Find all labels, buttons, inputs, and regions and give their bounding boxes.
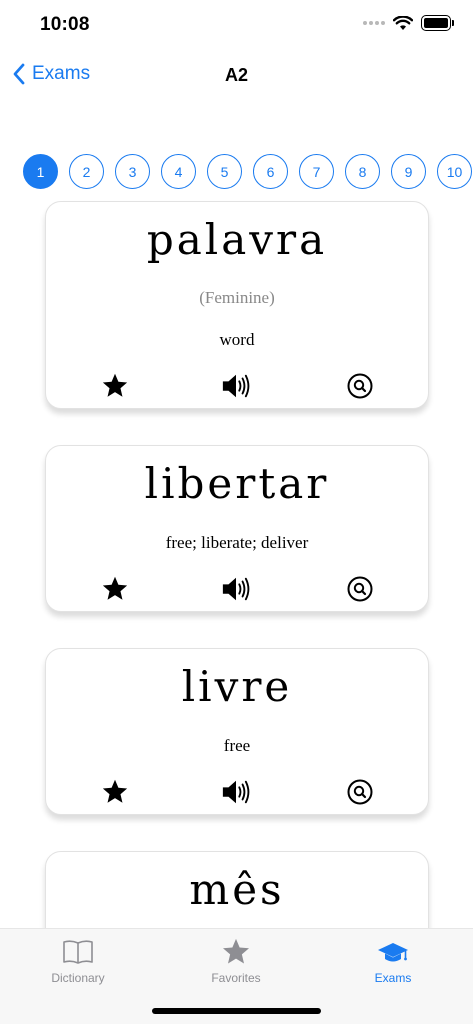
status-time: 10:08 xyxy=(40,14,90,35)
speak-button[interactable] xyxy=(221,371,251,401)
tab-label: Dictionary xyxy=(51,971,105,985)
tab-label: Exams xyxy=(374,971,412,985)
cellular-signal-icon xyxy=(363,21,385,25)
battery-icon xyxy=(421,15,454,31)
card-word: palavra xyxy=(146,215,328,264)
graduation-cap-icon xyxy=(378,943,408,962)
card-gender: (Feminine) xyxy=(199,288,275,307)
wifi-icon xyxy=(393,15,413,30)
page-button-5[interactable]: 5 xyxy=(207,154,242,189)
card-actions xyxy=(46,777,428,807)
word-card[interactable]: palavra (Feminine) word xyxy=(45,201,429,409)
page-button-6[interactable]: 6 xyxy=(253,154,288,189)
favorite-button[interactable] xyxy=(100,574,130,604)
tab-dictionary[interactable]: Dictionary xyxy=(18,937,138,985)
page-button-8[interactable]: 8 xyxy=(345,154,380,189)
card-meaning: word xyxy=(219,330,255,349)
star-icon xyxy=(102,373,128,397)
status-bar: 10:08 xyxy=(0,0,473,50)
card-word: livre xyxy=(181,662,293,711)
page-title: A2 xyxy=(224,65,248,85)
home-indicator xyxy=(152,1008,321,1014)
page-button-3[interactable]: 3 xyxy=(115,154,150,189)
card-meaning: free xyxy=(223,736,251,755)
page-button-2[interactable]: 2 xyxy=(69,154,104,189)
card-word: libertar xyxy=(144,459,330,508)
favorite-button[interactable] xyxy=(100,371,130,401)
speak-button[interactable] xyxy=(221,777,251,807)
page-button-10[interactable]: 10 xyxy=(437,154,472,189)
favorite-button[interactable] xyxy=(100,777,130,807)
tab-exams[interactable]: Exams xyxy=(333,937,453,985)
magnifier-circle-icon xyxy=(347,373,373,399)
tab-label: Favorites xyxy=(211,971,261,985)
page-button-4[interactable]: 4 xyxy=(161,154,196,189)
star-icon xyxy=(102,779,128,803)
book-icon xyxy=(63,940,93,964)
speak-button[interactable] xyxy=(221,574,251,604)
speaker-icon xyxy=(222,780,250,804)
lookup-button[interactable] xyxy=(345,574,375,604)
nav-bar: Exams A2 xyxy=(0,55,473,99)
lookup-button[interactable] xyxy=(345,777,375,807)
star-icon xyxy=(102,576,128,600)
lookup-button[interactable] xyxy=(345,371,375,401)
page-button-7[interactable]: 7 xyxy=(299,154,334,189)
speaker-icon xyxy=(222,577,250,601)
status-icons xyxy=(363,15,454,31)
card-word: mês xyxy=(189,865,285,914)
page-button-1[interactable]: 1 xyxy=(23,154,58,189)
word-card[interactable]: libertar free; liberate; deliver xyxy=(45,445,429,612)
star-icon xyxy=(223,938,249,964)
page-button-9[interactable]: 9 xyxy=(391,154,426,189)
word-card[interactable]: livre free xyxy=(45,648,429,815)
page-selector: 1 2 3 4 5 6 7 8 9 10 xyxy=(23,154,472,189)
card-actions xyxy=(46,371,428,401)
magnifier-circle-icon xyxy=(347,779,373,805)
card-actions xyxy=(46,574,428,604)
magnifier-circle-icon xyxy=(347,576,373,602)
tab-favorites[interactable]: Favorites xyxy=(176,937,296,985)
card-meaning: free; liberate; deliver xyxy=(165,533,309,552)
speaker-icon xyxy=(222,374,250,398)
